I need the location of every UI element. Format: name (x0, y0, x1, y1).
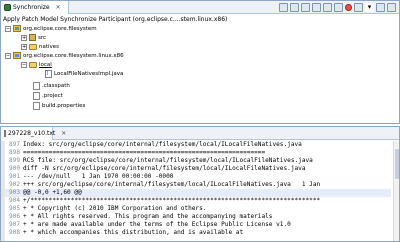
line-number: 907 (8, 221, 20, 228)
line-number: 904 (8, 197, 20, 204)
line-text: +++ src/org/eclipse/core/internal/filesy… (23, 181, 321, 188)
tab-patch-file-label: 297228_v10.txt (8, 130, 56, 137)
line-number: 901 (8, 173, 20, 180)
line-text: RCS file: src/org/eclipse/core/internal/… (23, 157, 313, 164)
line-number: 897 (8, 141, 20, 148)
synchronize-icon[interactable] (354, 3, 363, 12)
code-line: 901 --- /dev/null 1 Jan 1970 00:00:00 -0… (5, 173, 391, 181)
tree-item-project[interactable]: − org.eclipse.core.filesystem (5, 24, 97, 33)
tree-item-project[interactable]: − org.eclipse.core.filesystem.linux.x86 (5, 51, 124, 60)
line-text: ========================================… (23, 149, 266, 156)
vertical-scrollbar[interactable] (393, 141, 399, 241)
line-number: 900 (8, 165, 20, 172)
folder-icon (29, 43, 37, 50)
line-number: 898 (8, 149, 20, 156)
close-icon[interactable]: ✕ (61, 130, 66, 137)
line-text: diff -N src/org/eclipse/core/internal/fi… (23, 165, 306, 172)
tree-item-label: .classpath (42, 82, 70, 89)
file-icon (33, 81, 40, 90)
tree-item-label: .project (42, 92, 63, 99)
expand-toggle-icon[interactable]: − (5, 25, 11, 32)
source-folder-icon (29, 34, 36, 41)
view-menu-icon[interactable]: ▾ (365, 3, 374, 12)
line-text: + * are made available under the terms o… (23, 221, 291, 228)
collapse-all-icon[interactable] (312, 3, 321, 12)
tree-item-file[interactable]: LocalFileNativesImpl.java (45, 69, 123, 78)
tab-synchronize[interactable]: Synchronize ✕ (1, 1, 69, 14)
incoming-mode-icon[interactable] (279, 3, 288, 12)
maximize-icon[interactable] (387, 3, 396, 12)
line-text: + * Copyright (c) 2010 IBM Corporation a… (23, 205, 207, 212)
synchronize-icon (4, 4, 11, 11)
tree-item-label: natives (39, 43, 60, 50)
code-line-current: 903 @@ -0,0 +1,60 @@ (5, 189, 391, 197)
tree-item-folder[interactable]: − local (21, 60, 52, 69)
code-line: 902 +++ src/org/eclipse/core/internal/fi… (5, 181, 391, 189)
code-line: 904 +/**********************************… (5, 197, 391, 205)
code-line: 906 + * All rights reserved. This progra… (5, 213, 391, 221)
participant-title: Apply Patch Model Synchronize Participan… (3, 16, 228, 23)
code-line: 899 RCS file: src/org/eclipse/core/inter… (5, 157, 391, 165)
tree-item-folder[interactable]: + src (21, 33, 46, 42)
expand-toggle-icon[interactable]: − (5, 52, 11, 59)
synchronize-view: Synchronize ✕ ▾ Apply Patch Model Synchr… (0, 0, 400, 124)
line-number: 902 (8, 181, 20, 188)
expand-toggle-icon[interactable]: + (21, 43, 27, 50)
tree-item-label: org.eclipse.core.filesystem.linux.x86 (23, 52, 124, 59)
pin-icon[interactable] (334, 3, 343, 12)
line-number: 908 (8, 229, 20, 236)
line-number: 905 (8, 205, 20, 212)
tree-item-folder[interactable]: + natives (21, 42, 59, 51)
tree-item-file[interactable]: build.properties (33, 101, 85, 110)
project-icon (13, 25, 21, 32)
line-text: --- /dev/null 1 Jan 1970 00:00:00 -0000 (23, 173, 174, 180)
close-icon[interactable]: ✕ (56, 4, 61, 11)
file-icon (33, 91, 40, 100)
text-file-icon (4, 130, 6, 137)
view-toolbar: ▾ (279, 2, 396, 13)
view-tabbar: Synchronize ✕ ▾ (1, 1, 399, 14)
code-line: 897 Index: src/org/eclipse/core/internal… (5, 141, 391, 149)
expand-toggle-icon[interactable]: + (21, 34, 27, 41)
line-text: + * All rights reserved. This program an… (23, 213, 273, 220)
patch-editor: 297228_v10.txt ✕ 897 Index: src/org/ecli… (0, 126, 400, 242)
next-difference-icon[interactable] (290, 3, 299, 12)
code-area[interactable]: 897 Index: src/org/eclipse/core/internal… (1, 141, 399, 241)
line-text: +/**************************************… (23, 197, 321, 204)
line-text: + * which accompanies this distribution,… (23, 229, 244, 236)
code-line: 907 + * are made available under the ter… (5, 221, 391, 229)
link-with-editor-icon[interactable] (323, 3, 332, 12)
tree-item-label: LocalFileNativesImpl.java (54, 70, 124, 77)
tree-item-label: src (38, 34, 47, 41)
project-icon (13, 52, 21, 59)
line-number: 906 (8, 213, 20, 220)
folder-icon (29, 61, 37, 68)
file-icon (33, 101, 40, 110)
minimize-icon[interactable] (376, 3, 385, 12)
editor-tabbar: 297228_v10.txt ✕ (1, 127, 399, 140)
line-text: Index: src/org/eclipse/core/internal/fil… (23, 141, 302, 148)
tree-item-label: build.properties (42, 102, 86, 109)
tab-patch-file[interactable]: 297228_v10.txt ✕ (1, 127, 66, 140)
tree-item-label: org.eclipse.core.filesystem (23, 25, 97, 32)
line-number: 899 (8, 157, 20, 164)
code-line: 900 diff -N src/org/eclipse/core/interna… (5, 165, 391, 173)
line-text: @@ -0,0 +1,60 @@ (23, 189, 82, 196)
expand-toggle-icon[interactable]: − (21, 61, 27, 68)
previous-difference-icon[interactable] (301, 3, 310, 12)
scroll-thumb[interactable] (395, 149, 399, 179)
tree-item-file[interactable]: .project (33, 91, 63, 100)
tab-synchronize-label: Synchronize (13, 4, 50, 11)
stop-icon[interactable] (345, 4, 352, 11)
code-line: 898 ====================================… (5, 149, 391, 157)
tree-item-file[interactable]: .classpath (33, 81, 70, 90)
line-number: 903 (8, 189, 20, 196)
tree-item-label: local (39, 61, 52, 68)
code-line: 905 + * Copyright (c) 2010 IBM Corporati… (5, 205, 391, 213)
java-file-icon (45, 69, 52, 78)
code-line: 908 + * which accompanies this distribut… (5, 229, 391, 237)
